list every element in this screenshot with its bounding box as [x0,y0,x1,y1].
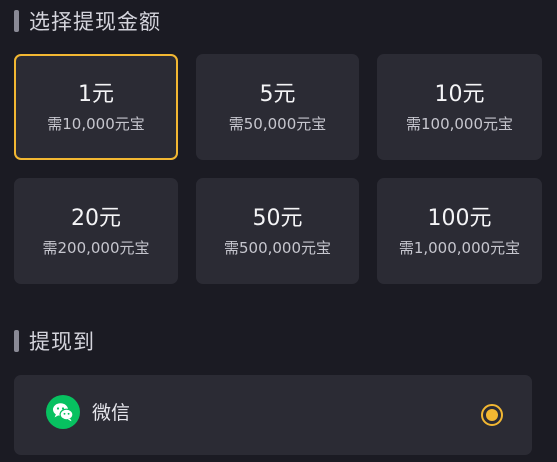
amount-value: 5元 [259,81,296,107]
amount-value: 50元 [252,205,303,231]
radio-selected-dot [486,409,498,421]
amount-cost: 需50,000元宝 [228,114,327,133]
section-marker [14,10,19,32]
amount-value: 10元 [434,81,485,107]
amount-value: 1元 [78,81,114,107]
amount-option-100[interactable]: 100元 需1,000,000元宝 [377,178,542,284]
method-section-header: 提现到 [14,328,95,354]
section-marker [14,330,19,352]
amount-cost: 需100,000元宝 [405,114,514,133]
amount-value: 20元 [71,205,121,231]
method-section-title: 提现到 [29,330,95,354]
amount-value: 100元 [427,205,492,231]
amount-cost: 需500,000元宝 [223,238,332,257]
amount-section-header: 选择提现金额 [14,8,161,34]
amount-option-5[interactable]: 5元 需50,000元宝 [196,54,359,160]
wechat-label: 微信 [92,402,131,424]
amount-cost: 需1,000,000元宝 [398,238,521,257]
amount-option-50[interactable]: 50元 需500,000元宝 [196,178,359,284]
amount-option-1[interactable]: 1元 需10,000元宝 [14,54,178,160]
amount-cost: 需10,000元宝 [47,114,145,133]
amount-options-grid: 1元 需10,000元宝 5元 需50,000元宝 10元 需100,000元宝… [14,54,543,284]
amount-option-10[interactable]: 10元 需100,000元宝 [377,54,542,160]
amount-option-20[interactable]: 20元 需200,000元宝 [14,178,178,284]
method-radio[interactable] [481,404,503,426]
amount-section-title: 选择提现金额 [29,10,161,34]
wechat-method-option[interactable]: 微信 [14,375,532,455]
wechat-icon [46,395,80,429]
withdraw-page: 选择提现金额 1元 需10,000元宝 5元 需50,000元宝 10元 需10… [0,0,557,462]
amount-cost: 需200,000元宝 [42,238,150,257]
